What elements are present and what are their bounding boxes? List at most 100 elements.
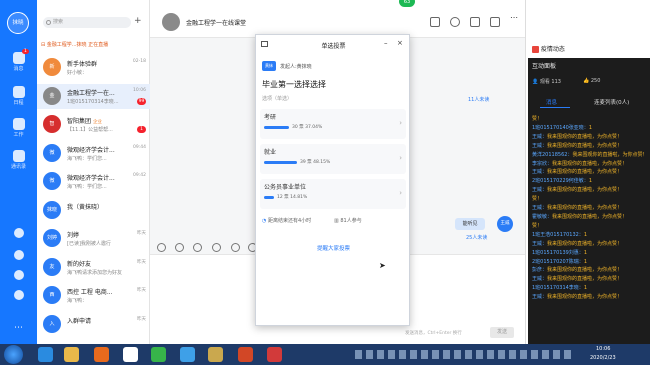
user-avatar[interactable]: 抹晓 — [7, 12, 29, 34]
remind-vote-button[interactable]: 提醒大家投票 — [256, 244, 411, 252]
phone-icon[interactable] — [450, 17, 460, 27]
close-icon[interactable]: × — [397, 39, 403, 47]
conversation-name: 新的好友 — [67, 260, 92, 268]
poll-question: 毕业第一选择选择 — [262, 80, 326, 89]
sidebar-item-contacts[interactable]: 通讯录 — [0, 150, 37, 170]
explorer-icon[interactable] — [64, 347, 79, 362]
epidemic-tab[interactable]: 疫情动态 — [532, 44, 565, 53]
conversation-list: 搜索 + ⊟ 金融工程学...抹晓 正在直播 新新手体验群 好小敏： 02-18 金金… — [37, 0, 150, 344]
sidebar-item-work[interactable]: 工作 — [0, 118, 37, 138]
live-icon[interactable] — [430, 17, 440, 27]
unread-badge: 1 — [137, 126, 146, 133]
clock-date[interactable]: 2020/2/23 — [590, 355, 616, 361]
tab-mic-list[interactable]: 连麦列表(0人) — [594, 98, 629, 106]
sidebar-item-messages[interactable]: 消息 1 — [0, 49, 37, 72]
conversation-name: 西控 工程 电商... — [67, 289, 113, 296]
list-item[interactable]: 微微观经济学会计... 海飞鸭：学们您... 09:44 — [37, 141, 150, 166]
phone-icon[interactable] — [0, 250, 37, 261]
live-message: 赞！ — [532, 222, 543, 229]
mention-icon[interactable] — [231, 243, 240, 252]
sender-avatar: 王威 — [497, 216, 513, 232]
live-message: 王威：我来围观你的直播啦，为你点赞！ — [532, 133, 623, 140]
conversation-time: 09:42 — [133, 173, 146, 178]
search-input[interactable]: 搜索 — [43, 17, 131, 28]
unread-badge: 99 — [137, 97, 146, 105]
list-item[interactable]: 入入群申请 昨天 — [37, 312, 150, 337]
poll-option[interactable]: 就业 39 票 48.15% › — [260, 144, 406, 174]
live-message-list: 赞！ 1班015170140张亚晓：1 王威：我来围观你的直播啦，为你点赞！ 王威：我… — [532, 115, 649, 302]
conversation-name: 刘婷 — [67, 232, 80, 239]
list-item[interactable]: 新新手体验群 好小敏： 02-18 — [37, 55, 150, 80]
emoji-icon[interactable] — [157, 243, 166, 252]
live-message: 霍敏敏：我来围观你的直播啦，为你点赞！ — [532, 213, 628, 220]
settings-icon[interactable] — [0, 228, 37, 239]
avatar: 入 — [43, 314, 61, 333]
conversation-name: 我（黄抹晓） — [67, 203, 104, 211]
clock-time[interactable]: 10:06 — [596, 346, 610, 352]
list-item[interactable]: 刘婷 刘婷 [已读]我刚被人邀行 昨天 — [37, 226, 150, 251]
tab-messages[interactable]: 消息 — [546, 98, 557, 106]
share-icon[interactable] — [0, 270, 37, 281]
poll-author: 发起人:黄抹晓 — [280, 64, 312, 70]
live-message: 2班015170207陈瑞：1 — [532, 258, 587, 265]
feishu-icon[interactable] — [180, 347, 195, 362]
conversation-name: 入群申请 — [67, 317, 92, 325]
live-message: 王威：我来围观你的直播啦，为你点赞！ — [532, 276, 623, 283]
sticker-icon[interactable] — [175, 243, 184, 252]
conversation-name: 金融工程学一在... — [67, 89, 115, 97]
conversation-preview: 海飞鸭：学们您... — [67, 155, 107, 162]
ie-icon[interactable] — [38, 347, 53, 362]
conversation-time: 02-18 — [132, 59, 146, 64]
network-icon[interactable] — [0, 290, 37, 301]
wechat-icon[interactable] — [151, 347, 166, 362]
option-label: 就业 — [264, 149, 277, 156]
more-icon[interactable]: ⋯ — [0, 323, 37, 333]
people-icon: 👤 — [532, 79, 540, 85]
thumb-icon: 👍 — [583, 78, 591, 84]
message-bubble: 能听见 — [455, 218, 485, 230]
vote-stats: 30 票 37.04% — [292, 125, 323, 130]
conversation-preview: 1班015170314李晓... — [67, 98, 119, 105]
grid-icon — [12, 118, 25, 130]
group-avatar — [162, 13, 180, 31]
avatar: 金 — [43, 86, 61, 105]
chevron-right-icon: › — [399, 119, 402, 127]
scissors-icon[interactable] — [212, 243, 221, 252]
author-avatar: 黄抹 — [262, 61, 276, 71]
poll-option[interactable]: 考研 30 票 37.04% › — [260, 109, 406, 139]
list-item[interactable]: 抹晓 我（黄抹晓） — [37, 198, 150, 223]
add-icon[interactable]: + — [134, 16, 142, 26]
start-button[interactable] — [4, 345, 23, 364]
minimize-button[interactable]: – — [384, 39, 388, 47]
list-item[interactable]: 友新的好友 海飞鸭请求添加您为好友 昨天 — [37, 255, 150, 280]
group-members-icon[interactable] — [470, 17, 480, 27]
viewers-count: 👤 观看 113 — [532, 79, 561, 85]
tab-underline — [540, 107, 570, 108]
live-message: 赞！ — [532, 116, 543, 122]
live-message: 1班015170139刘惠：1 — [532, 249, 587, 256]
list-item[interactable]: 智智阳集团 企业 【11.1】公益帮帮... 1 — [37, 112, 150, 137]
powerpoint-icon[interactable] — [238, 347, 253, 362]
conversation-preview: 海飞鸭： — [67, 298, 88, 304]
sidebar-item-schedule[interactable]: 日程 — [0, 86, 37, 106]
list-item[interactable]: 金金融工程学一在... 1班015170314李晓... 10:06 99 — [37, 83, 150, 109]
live-message: 王威：我来围观你的直播啦，为你点赞！ — [532, 187, 623, 194]
send-button[interactable]: 发送 — [490, 327, 514, 338]
more-icon[interactable]: ⋯ — [510, 13, 520, 23]
chat-header: 金融工程学一在线课堂 ⋯ — [150, 0, 525, 38]
poll-option[interactable]: 公务员事业单位 12 票 14.81% › — [260, 179, 406, 209]
folder-icon[interactable] — [208, 347, 223, 362]
live-message: 黄洋20118562：我来围观你的直播啦，为你点赞！ — [532, 151, 648, 158]
recorder-icon[interactable] — [267, 347, 282, 362]
app-icon[interactable] — [123, 347, 138, 362]
list-item[interactable]: 微微观经济学会计... 海飞鸭：学们您... 09:42 — [37, 169, 150, 194]
read-status-top[interactable]: 11人未读 — [468, 96, 489, 103]
media-icon[interactable] — [94, 347, 109, 362]
folder-icon[interactable] — [490, 17, 500, 27]
like-icon[interactable] — [193, 243, 202, 252]
live-notice[interactable]: ⊟ 金融工程学...抹晓 正在直播 — [41, 41, 146, 48]
avatar: 抹晓 — [43, 200, 61, 219]
list-item[interactable]: 西西控 工程 电商... 海飞鸭： 昨天 — [37, 283, 150, 308]
conversation-time: 10:06 — [133, 87, 146, 93]
live-message: 1班015170314李晓：1 — [532, 285, 587, 292]
